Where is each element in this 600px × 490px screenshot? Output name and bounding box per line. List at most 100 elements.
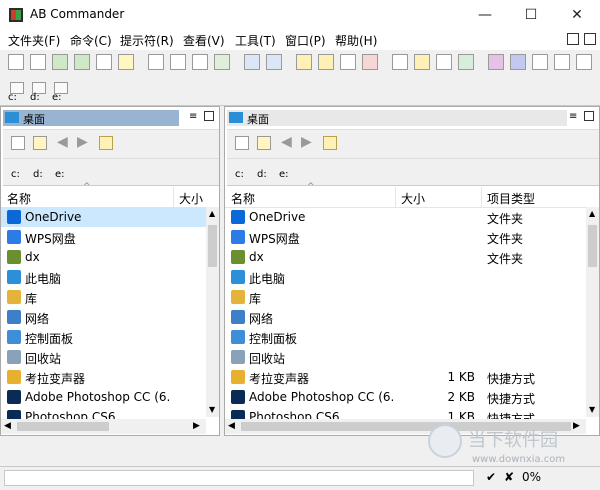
documents-icon[interactable] bbox=[340, 54, 356, 70]
file-row[interactable]: 回收站 bbox=[1, 347, 206, 367]
menu-window[interactable]: 窗口(P) bbox=[285, 32, 326, 49]
panel-icon[interactable] bbox=[510, 54, 526, 70]
menu-folder[interactable]: 文件夹(F) bbox=[8, 32, 60, 49]
image-icon[interactable] bbox=[458, 54, 474, 70]
right-col-type[interactable]: 项目类型 bbox=[487, 190, 535, 207]
file-row[interactable]: Adobe Photoshop CC (6... 2 KB 快捷方式 bbox=[225, 387, 586, 407]
scroll-up-icon[interactable]: ▲ bbox=[209, 209, 215, 218]
file-row[interactable]: 回收站 bbox=[225, 347, 586, 367]
file-row[interactable]: OneDrive 文件夹 bbox=[225, 207, 586, 227]
left-pane-maximize-icon[interactable] bbox=[204, 111, 214, 121]
list-icon[interactable] bbox=[532, 54, 548, 70]
left-col-size[interactable]: 大小 bbox=[179, 190, 203, 207]
folder-icon[interactable] bbox=[296, 54, 312, 70]
left-hscroll-thumb[interactable] bbox=[17, 422, 109, 431]
right-drive-c[interactable]: c: bbox=[235, 169, 244, 180]
network-tree-icon[interactable] bbox=[244, 54, 260, 70]
menu-command[interactable]: 命令(C) bbox=[70, 32, 112, 49]
file-row[interactable]: 库 bbox=[225, 287, 586, 307]
scroll-right-icon[interactable]: ▶ bbox=[193, 421, 200, 431]
sync-folders-icon[interactable] bbox=[99, 136, 113, 150]
left-horizontal-scrollbar[interactable]: ◀ ▶ bbox=[1, 419, 206, 434]
file-row[interactable]: Adobe Photoshop CC (6... bbox=[1, 387, 206, 407]
file-row[interactable]: OneDrive bbox=[1, 207, 206, 227]
new-folder-icon[interactable] bbox=[414, 54, 430, 70]
move-icon[interactable] bbox=[52, 54, 68, 70]
drive-c-label[interactable]: c: bbox=[8, 92, 17, 103]
right-vscroll-thumb[interactable] bbox=[588, 225, 597, 267]
back-arrow-icon[interactable]: ◀ bbox=[57, 134, 68, 150]
scroll-right-icon[interactable]: ▶ bbox=[573, 421, 580, 431]
forward-icon[interactable] bbox=[74, 54, 90, 70]
network-share-icon[interactable] bbox=[266, 54, 282, 70]
split-view-icon[interactable] bbox=[488, 54, 504, 70]
scroll-left-icon[interactable]: ◀ bbox=[4, 421, 11, 431]
file-row[interactable]: dx 文件夹 bbox=[225, 247, 586, 267]
menu-tools[interactable]: 工具(T) bbox=[235, 32, 276, 49]
layout-grid-icon[interactable] bbox=[584, 33, 596, 45]
edit-icon[interactable] bbox=[96, 54, 112, 70]
file-row[interactable]: 库 bbox=[1, 287, 206, 307]
notes-icon[interactable] bbox=[392, 54, 408, 70]
left-vertical-scrollbar[interactable]: ▲ ▼ bbox=[206, 207, 219, 417]
up-folder-icon[interactable] bbox=[11, 136, 25, 150]
favorites-icon[interactable] bbox=[33, 136, 47, 150]
left-drive-c[interactable]: c: bbox=[11, 169, 20, 180]
menu-view[interactable]: 查看(V) bbox=[183, 32, 225, 49]
cart-icon[interactable] bbox=[554, 54, 570, 70]
right-pane-menu-icon[interactable]: ≡ bbox=[569, 111, 577, 122]
right-vertical-scrollbar[interactable]: ▲ ▼ bbox=[586, 207, 599, 417]
pin-icon[interactable] bbox=[576, 54, 592, 70]
close-button[interactable]: ✕ bbox=[554, 0, 600, 30]
up-folder-icon[interactable] bbox=[235, 136, 249, 150]
menu-help[interactable]: 帮助(H) bbox=[335, 32, 377, 49]
drive-d-label[interactable]: d: bbox=[30, 92, 40, 103]
file-row[interactable]: 控制面板 bbox=[1, 327, 206, 347]
back-arrow-icon[interactable]: ◀ bbox=[281, 134, 292, 150]
left-drive-e[interactable]: e: bbox=[55, 169, 65, 180]
right-drive-e[interactable]: e: bbox=[279, 169, 289, 180]
sync-folders-icon[interactable] bbox=[323, 136, 337, 150]
file-row[interactable]: 网络 bbox=[225, 307, 586, 327]
new-file-icon[interactable] bbox=[8, 54, 24, 70]
drive-e-label[interactable]: e: bbox=[52, 92, 62, 103]
folder-copy-icon[interactable] bbox=[318, 54, 334, 70]
layout-columns-icon[interactable] bbox=[567, 33, 579, 45]
scroll-down-icon[interactable]: ▼ bbox=[209, 405, 215, 414]
filter-icon[interactable] bbox=[118, 54, 134, 70]
left-pane-menu-icon[interactable]: ≡ bbox=[189, 111, 197, 122]
back-icon[interactable] bbox=[148, 54, 164, 70]
left-drive-d[interactable]: d: bbox=[33, 169, 43, 180]
file-row[interactable]: dx bbox=[1, 247, 206, 267]
menu-prompt[interactable]: 提示符(R) bbox=[120, 32, 174, 49]
minimize-button[interactable]: — bbox=[462, 0, 508, 30]
file-row[interactable]: 考拉变声器 1 KB 快捷方式 bbox=[225, 367, 586, 387]
left-vscroll-thumb[interactable] bbox=[208, 225, 217, 267]
scroll-up-icon[interactable]: ▲ bbox=[589, 209, 595, 218]
font-icon[interactable] bbox=[192, 54, 208, 70]
back-double-icon[interactable] bbox=[170, 54, 186, 70]
copy-file-icon[interactable] bbox=[30, 54, 46, 70]
delete-icon[interactable] bbox=[362, 54, 378, 70]
command-line-input[interactable] bbox=[4, 470, 474, 486]
scroll-down-icon[interactable]: ▼ bbox=[589, 405, 595, 414]
forward-arrow-icon[interactable]: ▶ bbox=[301, 134, 312, 150]
file-row[interactable]: 控制面板 bbox=[225, 327, 586, 347]
scroll-left-icon[interactable]: ◀ bbox=[228, 421, 235, 431]
file-row[interactable]: 此电脑 bbox=[1, 267, 206, 287]
file-row[interactable]: 网络 bbox=[1, 307, 206, 327]
file-row[interactable]: 此电脑 bbox=[225, 267, 586, 287]
status-check-icon[interactable]: ✔ bbox=[486, 470, 496, 484]
maximize-button[interactable]: ☐ bbox=[508, 0, 554, 30]
file-row[interactable]: 考拉变声器 bbox=[1, 367, 206, 387]
right-col-name[interactable]: 名称 bbox=[231, 190, 255, 207]
left-col-name[interactable]: 名称 bbox=[7, 190, 31, 207]
favorites-icon[interactable] bbox=[257, 136, 271, 150]
find-icon[interactable] bbox=[436, 54, 452, 70]
file-row[interactable]: WPS网盘 文件夹 bbox=[225, 227, 586, 247]
recycle-icon[interactable] bbox=[214, 54, 230, 70]
right-col-size[interactable]: 大小 bbox=[401, 190, 425, 207]
right-drive-d[interactable]: d: bbox=[257, 169, 267, 180]
forward-arrow-icon[interactable]: ▶ bbox=[77, 134, 88, 150]
right-pane-maximize-icon[interactable] bbox=[584, 111, 594, 121]
